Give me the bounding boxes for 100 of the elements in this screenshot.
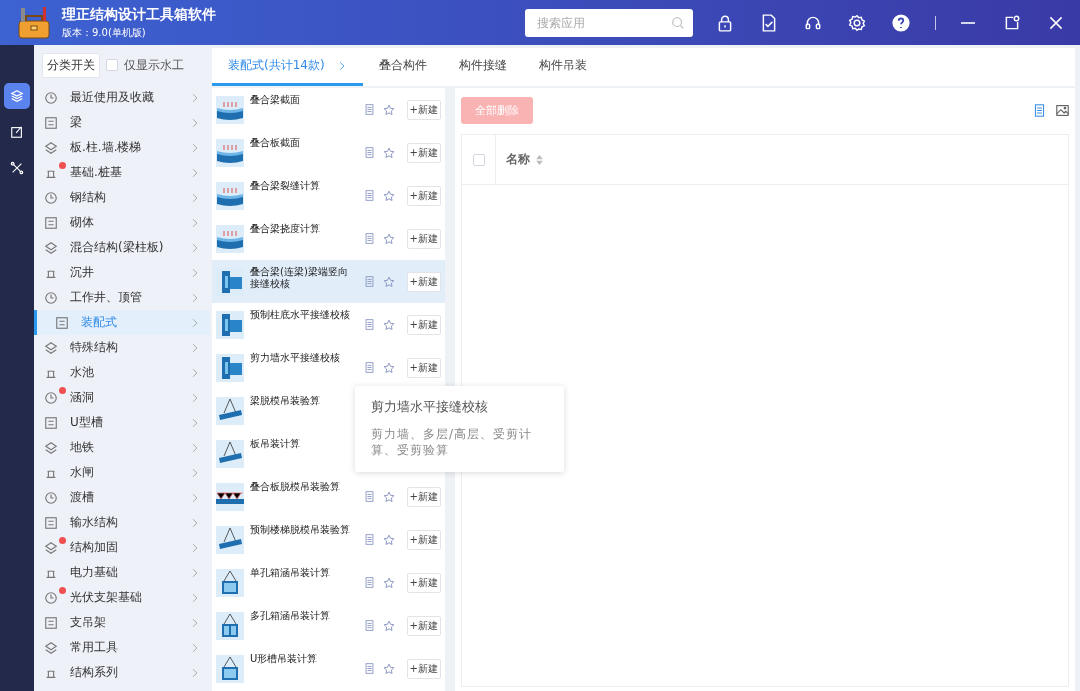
star-icon[interactable] (382, 318, 396, 331)
water-only-checkbox[interactable] (106, 59, 118, 71)
new-button[interactable]: +新建 (406, 572, 441, 593)
document-icon[interactable] (362, 534, 376, 545)
document-icon[interactable] (362, 362, 376, 373)
category-icon (44, 515, 58, 530)
category-item[interactable]: 梁 (34, 110, 210, 135)
toolbox-logo (16, 4, 52, 41)
component-thumbnail (216, 654, 244, 683)
category-item[interactable]: 渡槽 (34, 485, 210, 510)
chevron-icon (190, 142, 200, 153)
chevron-icon (190, 117, 200, 128)
new-button[interactable]: +新建 (406, 99, 441, 120)
category-icon (44, 415, 58, 430)
new-button[interactable]: +新建 (406, 228, 441, 249)
list-view-icon[interactable] (1033, 103, 1046, 117)
category-item[interactable]: 基础.桩基 (34, 160, 210, 185)
image-view-icon[interactable] (1056, 103, 1069, 117)
category-item[interactable]: 钢结构 (34, 185, 210, 210)
document-icon[interactable] (362, 620, 376, 631)
category-item[interactable]: 板.柱.墙.楼梯 (34, 135, 210, 160)
star-icon[interactable] (382, 490, 396, 503)
sort-icon[interactable] (536, 154, 543, 165)
select-all-checkbox[interactable] (472, 153, 485, 166)
star-icon[interactable] (382, 533, 396, 546)
new-button[interactable]: +新建 (406, 529, 441, 550)
category-item[interactable]: 沉井 (34, 260, 210, 285)
document-icon[interactable] (362, 491, 376, 502)
new-button[interactable]: +新建 (406, 658, 441, 679)
tools-icon (10, 161, 24, 175)
chevron-icon (190, 417, 200, 428)
document-icon[interactable] (362, 276, 376, 287)
app-title: 理正结构设计工具箱软件 (62, 5, 216, 24)
star-icon[interactable] (382, 189, 396, 202)
category-item[interactable]: 涵洞 (34, 385, 210, 410)
category-item[interactable]: 输水结构 (34, 510, 210, 535)
category-icon (55, 315, 69, 330)
category-item[interactable]: 结构系列 (34, 660, 210, 685)
document-icon[interactable] (362, 319, 376, 330)
category-item[interactable]: 常用工具 (34, 635, 210, 660)
chevron-icon (190, 442, 200, 453)
chevron-icon (190, 642, 200, 653)
category-icon (44, 640, 58, 655)
star-icon[interactable] (382, 619, 396, 632)
category-item[interactable]: 特殊结构 (34, 335, 210, 360)
tool-item[interactable]: 叠合梁(连梁)梁端竖向接缝校核 +新建 (212, 260, 445, 303)
star-icon[interactable] (382, 146, 396, 159)
chevron-icon (190, 292, 200, 303)
document-icon[interactable] (362, 577, 376, 588)
new-button[interactable]: +新建 (406, 486, 441, 507)
category-item[interactable]: 水闸 (34, 460, 210, 485)
new-button[interactable]: +新建 (406, 271, 441, 292)
chevron-icon (190, 542, 200, 553)
chevron-icon (190, 367, 200, 378)
category-icon (44, 115, 58, 130)
minimize-icon (961, 21, 975, 24)
category-item[interactable]: 水池 (34, 360, 210, 385)
star-icon[interactable] (382, 662, 396, 675)
star-icon[interactable] (382, 232, 396, 245)
category-item[interactable]: 光伏支架基础 (34, 585, 210, 610)
new-button[interactable]: +新建 (406, 314, 441, 335)
document-icon[interactable] (362, 190, 376, 201)
new-button[interactable]: +新建 (406, 615, 441, 636)
new-button[interactable]: +新建 (406, 185, 441, 206)
chevron-icon (190, 567, 200, 578)
chevron-icon (190, 267, 200, 278)
settings-icon (848, 13, 866, 32)
category-item[interactable]: 支吊架 (34, 610, 210, 635)
star-icon[interactable] (382, 103, 396, 116)
layers-button[interactable] (4, 83, 30, 109)
document-icon[interactable] (362, 104, 376, 115)
category-item[interactable]: U型槽 (34, 410, 210, 435)
component-thumbnail (216, 482, 244, 511)
chevron-icon (190, 492, 200, 503)
document-icon[interactable] (362, 147, 376, 158)
star-icon[interactable] (382, 275, 396, 288)
category-item[interactable]: 电力基础 (34, 560, 210, 585)
category-item[interactable]: 最近使用及收藏 (34, 85, 210, 110)
document-icon[interactable] (362, 663, 376, 674)
lock-icon (716, 13, 734, 32)
category-item[interactable]: 砌体 (34, 210, 210, 235)
star-icon[interactable] (382, 576, 396, 589)
category-toggle-button[interactable]: 分类开关 (42, 52, 100, 78)
document-icon[interactable] (362, 233, 376, 244)
chevron-icon (190, 392, 200, 403)
chevron-icon (190, 217, 200, 228)
category-item[interactable]: 地铁 (34, 435, 210, 460)
chevron-icon (190, 317, 200, 328)
category-item[interactable]: 混合结构(梁柱板) (34, 235, 210, 260)
category-item[interactable]: 结构加固 (34, 535, 210, 560)
category-icon (44, 215, 58, 230)
star-icon[interactable] (382, 361, 396, 374)
search-field[interactable]: 搜索应用 (525, 8, 693, 37)
new-button[interactable]: +新建 (406, 357, 441, 378)
category-icon (44, 590, 58, 605)
chevron-icon (190, 342, 200, 353)
column-header[interactable]: 名称 (506, 151, 530, 168)
new-button[interactable]: +新建 (406, 142, 441, 163)
edit-icon (10, 125, 24, 139)
category-item[interactable]: 工作井、顶管 (34, 285, 210, 310)
